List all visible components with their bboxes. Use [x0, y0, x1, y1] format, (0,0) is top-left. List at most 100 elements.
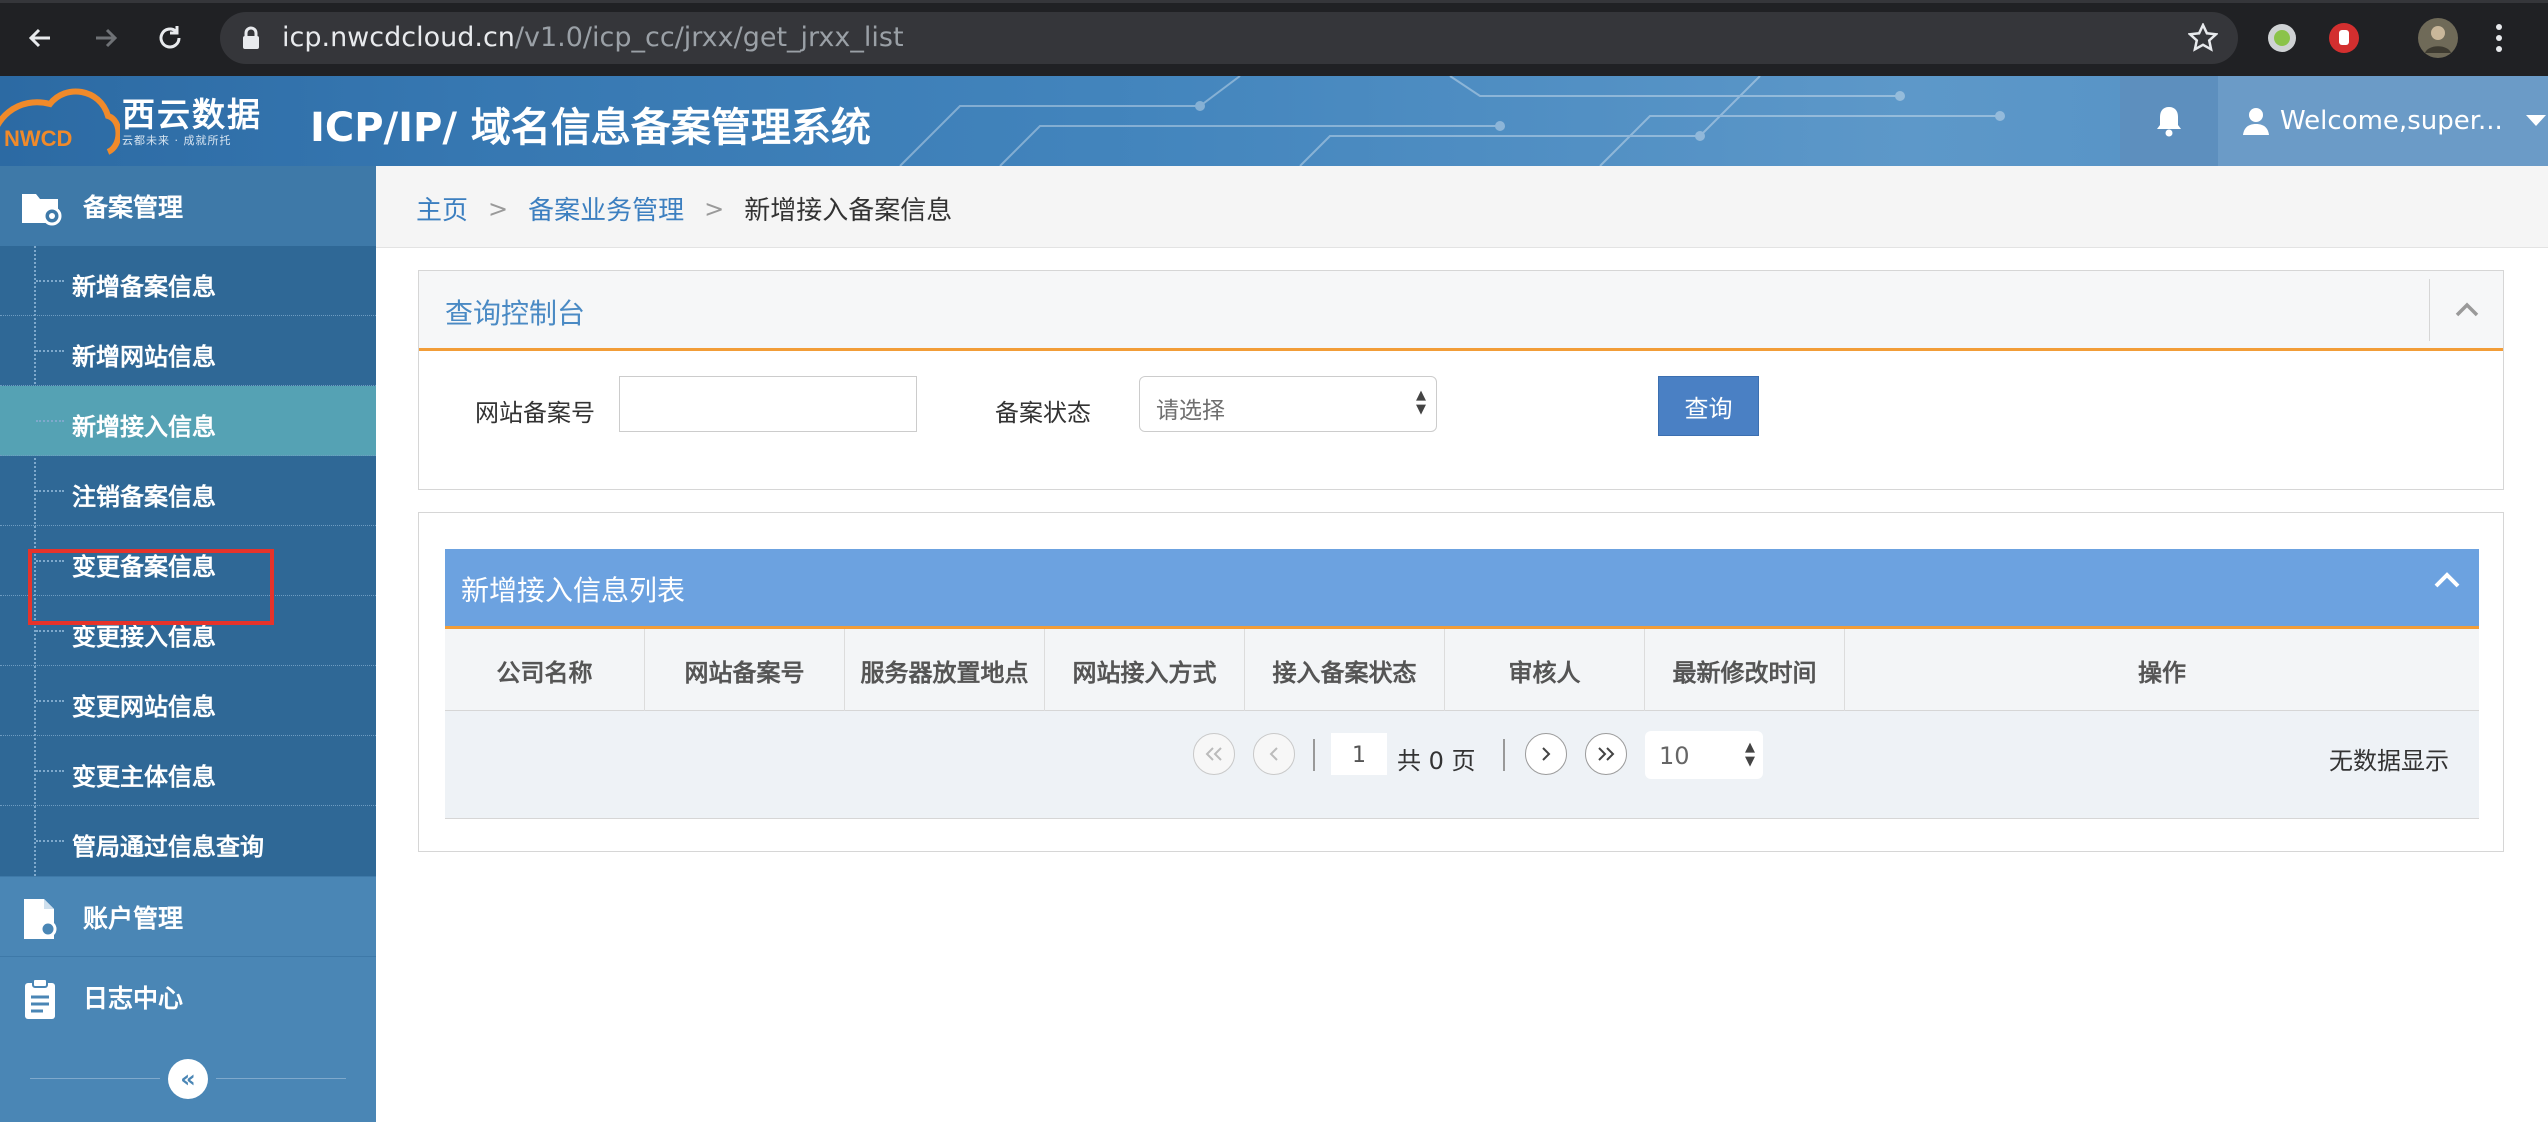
lock-icon[interactable] [242, 26, 260, 54]
chevron-left-icon [1269, 747, 1278, 761]
breadcrumb-separator-icon: > [704, 194, 725, 223]
caret-down-icon[interactable] [2525, 114, 2547, 128]
chevron-up-icon[interactable] [2433, 571, 2461, 589]
record-number-label: 网站备案号 [475, 399, 595, 427]
record-status-selected: 请选择 [1156, 398, 1225, 424]
page-total-text: 共 0 页 [1397, 747, 1476, 775]
sidebar-item-new-website[interactable]: 新增网站信息 [0, 316, 376, 386]
extension-icon-stop-hand[interactable] [2325, 19, 2363, 57]
forward-icon[interactable] [86, 18, 126, 58]
page-size-value: 10 [1659, 742, 1690, 770]
list-panel: 新增接入信息列表 公司名称 网站备案号 服务器放置地点 网站接入方式 接入备案状… [418, 512, 2504, 852]
column-header[interactable]: 网站接入方式 [1045, 629, 1245, 711]
sidebar-item-new-record[interactable]: 新增备案信息 [0, 246, 376, 316]
sidebar-item-change-entity[interactable]: 变更主体信息 [0, 736, 376, 806]
sidebar-group-account[interactable]: 账户管理 [0, 876, 376, 956]
sidebar: 备案管理 新增备案信息 新增网站信息 新增接入信息 注销备案信息 变更备案信息 … [0, 166, 376, 1122]
logo-text: 西云数据 [122, 95, 262, 134]
breadcrumb-current: 新增接入备案信息 [744, 196, 953, 226]
sidebar-item-label: 注销备案信息 [72, 483, 216, 511]
chevron-right-icon [1542, 747, 1551, 761]
column-header[interactable]: 最新修改时间 [1645, 629, 1845, 711]
user-menu[interactable]: Welcome,super... [2218, 76, 2548, 166]
welcome-text: Welcome,super... [2280, 106, 2503, 136]
address-bar[interactable]: icp.nwcdcloud.cn/v1.0/icp_cc/jrxx/get_jr… [220, 12, 2238, 64]
pagination-bar: 1 共 0 页 10 ▲ ▼ 无数据显示 [445, 711, 2479, 819]
column-header[interactable]: 网站备案号 [645, 629, 845, 711]
sidebar-collapse-button[interactable]: « [168, 1059, 208, 1099]
folder-gear-icon [22, 194, 62, 226]
highlight-annotation-box [28, 549, 274, 625]
sidebar-item-label: 变更网站信息 [72, 693, 216, 721]
query-panel-header: 查询控制台 [419, 271, 2503, 351]
app-header: NWCD 西云数据 云都未来 · 成就所托 ICP/IP/ 域名信息备案管理系统… [0, 76, 2548, 166]
chevron-up-icon [2455, 302, 2478, 317]
breadcrumb: 主页 > 备案业务管理 > 新增接入备案信息 [416, 190, 952, 227]
select-arrows-icon: ▲ ▼ [1416, 388, 1426, 417]
breadcrumb-section-link[interactable]: 备案业务管理 [528, 190, 684, 227]
double-chevron-left-icon [1205, 747, 1222, 761]
sidebar-collapse-row: « [0, 1036, 376, 1122]
breadcrumb-home-link[interactable]: 主页 [416, 190, 468, 227]
app-title: ICP/IP/ 域名信息备案管理系统 [310, 105, 871, 151]
record-status-select[interactable]: 请选择 ▲ ▼ [1139, 376, 1437, 432]
tab-strip-edge [0, 0, 2548, 3]
double-chevron-left-icon: « [180, 1065, 196, 1093]
query-button[interactable]: 查询 [1658, 376, 1759, 436]
record-number-input[interactable] [619, 376, 917, 432]
logo-mark: NWCD [4, 126, 72, 151]
column-header[interactable]: 审核人 [1445, 629, 1645, 711]
column-header[interactable]: 公司名称 [445, 629, 645, 711]
document-gear-icon [24, 899, 57, 939]
back-icon[interactable] [20, 18, 60, 58]
list-panel-title: 新增接入信息列表 [461, 574, 686, 607]
next-page-button[interactable] [1525, 733, 1567, 775]
column-header[interactable]: 服务器放置地点 [845, 629, 1045, 711]
company-logo[interactable]: NWCD 西云数据 云都未来 · 成就所托 [0, 76, 290, 166]
sidebar-item-new-access[interactable]: 新增接入信息 [0, 386, 376, 456]
page-number-input[interactable]: 1 [1331, 733, 1387, 775]
sidebar-item-bureau-approved-query[interactable]: 管局通过信息查询 [0, 806, 376, 876]
notifications-button[interactable] [2120, 76, 2218, 166]
empty-state-text: 无数据显示 [2329, 747, 2449, 775]
user-icon [2243, 108, 2269, 135]
sidebar-group-label: 账户管理 [83, 903, 184, 933]
select-arrows-icon: ▲ ▼ [1745, 740, 1755, 769]
extension-icon-green[interactable] [2263, 19, 2301, 57]
browser-menu-icon[interactable] [2480, 19, 2518, 57]
sidebar-group-label: 备案管理 [83, 193, 184, 222]
prev-page-button[interactable] [1253, 733, 1295, 775]
list-panel-header: 新增接入信息列表 [445, 549, 2479, 629]
sidebar-item-change-website[interactable]: 变更网站信息 [0, 666, 376, 736]
double-chevron-right-icon [1598, 747, 1615, 761]
sidebar-item-cancel-record[interactable]: 注销备案信息 [0, 456, 376, 526]
sidebar-item-label: 新增备案信息 [72, 273, 216, 301]
breadcrumb-bar: 主页 > 备案业务管理 > 新增接入备案信息 [376, 166, 2548, 248]
reload-icon[interactable] [150, 18, 190, 58]
column-header: 操作 [2138, 658, 2186, 687]
url-text[interactable]: icp.nwcdcloud.cn/v1.0/icp_cc/jrxx/get_jr… [282, 22, 904, 53]
sidebar-item-label: 新增网站信息 [72, 343, 216, 371]
bell-icon [2157, 107, 2181, 137]
record-status-label: 备案状态 [995, 399, 1091, 427]
clipboard-icon [25, 978, 55, 1019]
sidebar-item-label: 管局通过信息查询 [72, 833, 264, 861]
profile-avatar[interactable] [2416, 16, 2460, 60]
sidebar-group-logs[interactable]: 日志中心 [0, 956, 376, 1036]
browser-toolbar: icp.nwcdcloud.cn/v1.0/icp_cc/jrxx/get_jr… [0, 0, 2548, 76]
last-page-button[interactable] [1585, 733, 1627, 775]
page-size-select[interactable]: 10 ▲ ▼ [1645, 731, 1763, 779]
query-panel-title: 查询控制台 [445, 297, 586, 330]
logo-slogan: 云都未来 · 成就所托 [122, 134, 232, 147]
table-header: 公司名称 网站备案号 服务器放置地点 网站接入方式 接入备案状态 审核人 最新修… [445, 629, 2479, 711]
query-panel: 查询控制台 网站备案号 备案状态 请选择 ▲ ▼ 查询 [418, 270, 2504, 490]
column-header[interactable]: 接入备案状态 [1245, 629, 1445, 711]
bookmark-star-icon[interactable] [2187, 22, 2219, 57]
sidebar-group-records[interactable]: 备案管理 [0, 166, 376, 246]
breadcrumb-separator-icon: > [488, 194, 509, 223]
sidebar-group-label: 日志中心 [83, 983, 184, 1013]
query-panel-collapse-button[interactable] [2429, 279, 2503, 341]
first-page-button[interactable] [1193, 733, 1235, 775]
cloud-logo-icon: NWCD [0, 88, 122, 155]
sidebar-item-label: 新增接入信息 [72, 413, 216, 441]
